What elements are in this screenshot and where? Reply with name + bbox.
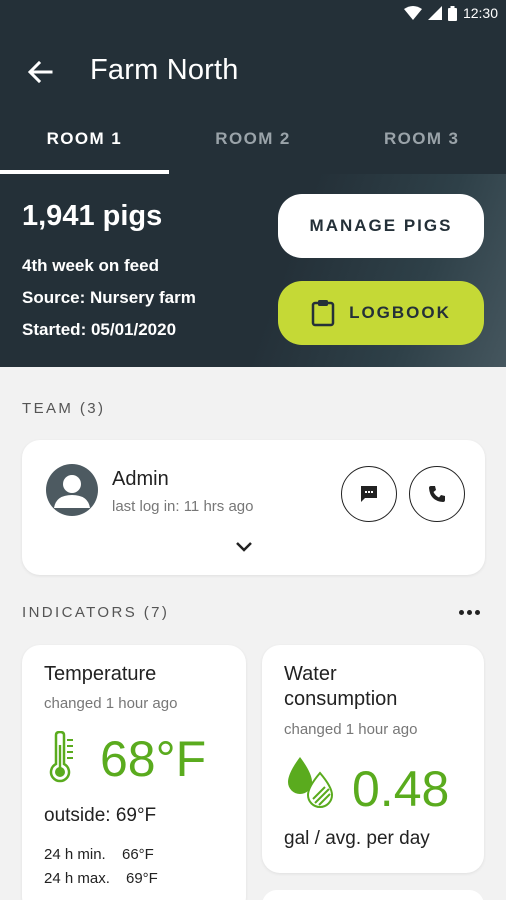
temperature-changed: changed 1 hour ago (44, 695, 178, 712)
tab-label: ROOM 3 (383, 129, 460, 148)
pig-count: 1,941 pigs (22, 200, 163, 232)
avatar (46, 464, 98, 516)
wifi-icon (403, 6, 422, 20)
source-info: Source: Nursery farm (22, 288, 196, 307)
tab-room-2[interactable]: ROOM 2 (169, 116, 338, 174)
min-label: 24 h min. (44, 846, 106, 863)
next-indicator-card[interactable] (262, 890, 484, 900)
water-title-line-2: consumption (284, 688, 398, 710)
logbook-button[interactable]: LOGBOOK (278, 281, 484, 345)
call-button[interactable] (409, 466, 465, 522)
dot (466, 609, 472, 615)
status-bar: 12:30 (0, 0, 506, 28)
tab-room-1[interactable]: ROOM 1 (0, 116, 169, 174)
tab-label: ROOM 1 (46, 129, 123, 148)
back-button[interactable] (22, 54, 58, 90)
min-value: 66°F (122, 846, 154, 863)
person-icon (54, 475, 90, 508)
start-date: Started: 05/01/2020 (22, 320, 177, 339)
more-options-button[interactable] (454, 602, 484, 622)
temperature-value: 68°F (100, 731, 207, 787)
status-icons: 12:30 (403, 5, 498, 21)
thermometer-icon (49, 731, 73, 783)
arrow-left-icon (27, 61, 53, 83)
app-bar: Farm North (0, 28, 506, 116)
max-value: 69°F (126, 870, 158, 887)
logbook-label: LOGBOOK (349, 303, 451, 322)
water-title-line-1: Water (284, 663, 337, 685)
team-section-label: TEAM (3) (22, 400, 106, 417)
water-value: 0.48 (352, 761, 450, 817)
dot (458, 609, 464, 615)
chevron-down-icon (236, 541, 252, 552)
temperature-title: Temperature (44, 663, 157, 685)
dot (474, 609, 480, 615)
water-drops-icon (288, 757, 334, 808)
phone-icon (429, 486, 445, 502)
manage-pigs-button[interactable]: MANAGE PIGS (278, 194, 484, 258)
feed-week: 4th week on feed (22, 256, 159, 275)
expand-team-button[interactable] (230, 536, 258, 556)
temperature-card[interactable]: Temperature changed 1 hour ago 68°F outs… (22, 645, 246, 900)
message-button[interactable] (341, 466, 397, 522)
clipboard-icon (311, 300, 335, 327)
tab-room-3[interactable]: ROOM 3 (337, 116, 506, 174)
room-summary: 1,941 pigs 4th week on feed Source: Nurs… (0, 174, 506, 367)
water-unit: gal / avg. per day (284, 828, 430, 849)
status-time: 12:30 (462, 5, 498, 21)
battery-icon (447, 5, 457, 21)
member-last-login: last log in: 11 hrs ago (112, 498, 254, 515)
signal-icon (427, 6, 442, 20)
tab-label: ROOM 2 (215, 129, 291, 148)
indicators-section-label: INDICATORS (7) (22, 604, 170, 621)
team-member-card: Admin last log in: 11 hrs ago (22, 440, 485, 575)
outside-temperature: outside: 69°F (44, 805, 157, 826)
room-tabs: ROOM 1 ROOM 2 ROOM 3 (0, 116, 506, 174)
member-name: Admin (112, 468, 169, 490)
page-title: Farm North (90, 54, 239, 86)
chat-icon (361, 486, 377, 502)
water-consumption-card[interactable]: Water consumption changed 1 hour ago 0.4… (262, 645, 484, 873)
water-changed: changed 1 hour ago (284, 721, 418, 738)
max-label: 24 h max. (44, 870, 110, 887)
manage-pigs-label: MANAGE PIGS (309, 216, 453, 235)
